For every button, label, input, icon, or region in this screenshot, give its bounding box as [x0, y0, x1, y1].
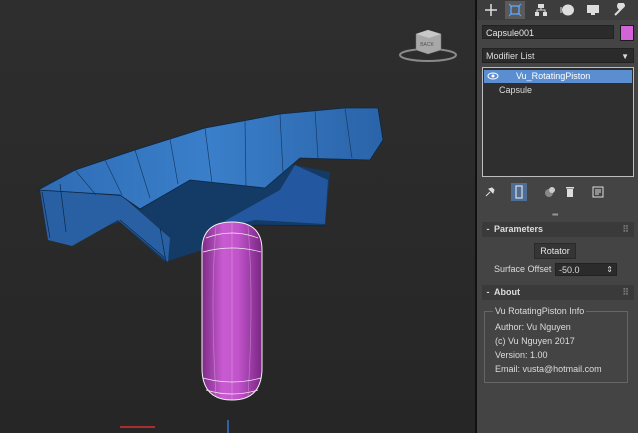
surface-offset-spinner[interactable]: -50.0 ⇕ [555, 263, 617, 276]
surface-offset-label: Surface Offset [494, 264, 552, 274]
motion-tab[interactable] [557, 1, 577, 19]
configure-modifier-sets-button[interactable] [590, 183, 606, 201]
copyright-text: (c) Vu Nguyen 2017 [495, 336, 575, 346]
collapse-icon: - [486, 287, 490, 297]
spinner-arrows-icon[interactable]: ⇕ [606, 264, 613, 276]
object-color-swatch[interactable] [620, 25, 634, 41]
display-icon [587, 5, 599, 15]
info-group-title: Vu RotatingPiston Info [493, 306, 587, 316]
stack-item-label: Capsule [499, 85, 533, 95]
configure-icon [592, 186, 604, 198]
create-tab[interactable] [481, 1, 501, 19]
panel-resize-grip[interactable]: ▪▪▪ [552, 210, 558, 219]
show-end-result-button[interactable] [511, 183, 527, 201]
version-text: Version: 1.00 [495, 350, 548, 360]
rotator-button[interactable]: Rotator [534, 243, 576, 259]
utilities-tab[interactable] [609, 1, 629, 19]
make-unique-icon [545, 187, 555, 197]
collapse-icon: - [486, 224, 490, 234]
pin-stack-button[interactable] [482, 183, 498, 201]
rollout-dot-icon: ⠿ [622, 287, 629, 297]
remove-modifier-button[interactable] [562, 183, 578, 201]
hierarchy-tab[interactable] [531, 1, 551, 19]
parameters-rollout-header[interactable]: - Parameters ⠿ [482, 222, 634, 237]
modify-tab[interactable] [505, 1, 525, 19]
modifier-stack[interactable]: Vu_RotatingPiston Capsule [482, 67, 634, 177]
viewcube-label: BACK [420, 42, 434, 48]
rollout-dot-icon: ⠿ [622, 224, 629, 234]
wrench-icon [614, 3, 626, 16]
viewport-scene: BACK [0, 0, 475, 433]
plus-icon [485, 4, 497, 16]
modify-icon [508, 3, 522, 17]
about-title: About [494, 287, 520, 297]
stack-item-vu-rotatingpiston[interactable]: Vu_RotatingPiston [484, 70, 632, 83]
email-text: Email: vusta@hotmail.com [495, 364, 602, 374]
parameters-rollout-body: Rotator Surface Offset -50.0 ⇕ [482, 238, 634, 282]
stack-item-capsule[interactable]: Capsule [499, 84, 532, 97]
modifier-list-label: Modifier List [486, 51, 535, 61]
about-rollout-body: Vu RotatingPiston Info Author: Vu Nguyen… [482, 301, 634, 386]
motion-icon [560, 4, 574, 16]
panel-tabbar [477, 0, 638, 20]
pin-icon [485, 187, 495, 197]
trash-icon [566, 187, 574, 197]
modifier-list-dropdown[interactable]: Modifier List ▼ [482, 48, 634, 63]
make-unique-button[interactable] [542, 183, 558, 201]
show-end-result-icon [515, 185, 523, 199]
viewport[interactable]: BACK [0, 0, 475, 433]
parameters-title: Parameters [494, 224, 544, 234]
author-text: Author: Vu Nguyen [495, 322, 571, 332]
stack-item-label: Vu_RotatingPiston [516, 71, 591, 81]
about-rollout-header[interactable]: - About ⠿ [482, 285, 634, 300]
eye-icon[interactable] [487, 72, 499, 80]
surface-offset-value: -50.0 [559, 265, 580, 275]
display-tab[interactable] [583, 1, 603, 19]
info-groupbox: Vu RotatingPiston Info Author: Vu Nguyen… [484, 306, 628, 383]
hierarchy-icon [535, 4, 547, 16]
chevron-down-icon: ▼ [621, 52, 629, 61]
object-name-field[interactable]: Capsule001 [482, 25, 614, 39]
capsule-mesh [201, 221, 263, 401]
command-panel: Capsule001 Modifier List ▼ Vu_RotatingPi… [477, 0, 638, 433]
